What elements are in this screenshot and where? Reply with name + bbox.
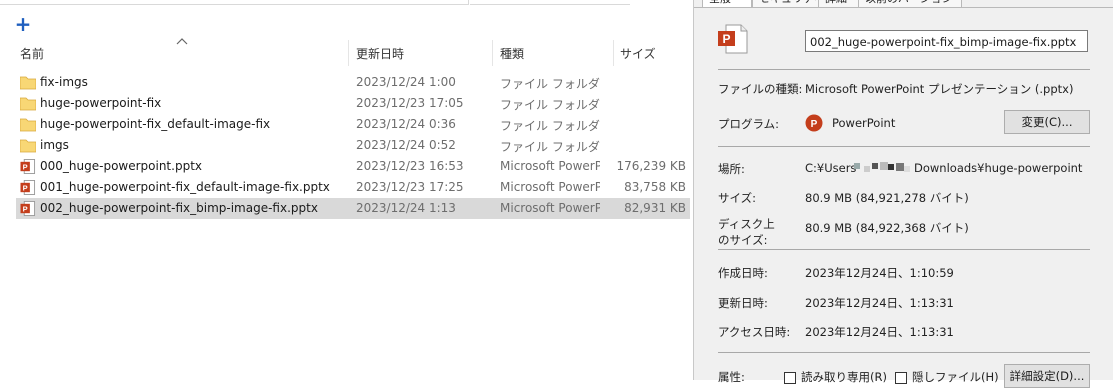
file-list-item[interactable]: huge-powerpoint-fix 2023/12/23 17:05 ファイ… [16, 93, 690, 114]
readonly-label: 読み取り専用(R) [801, 370, 887, 384]
folder-icon [20, 118, 36, 132]
created-label: 作成日時: [718, 266, 768, 280]
file-list-item[interactable]: P 001_huge-powerpoint-fix_default-image-… [16, 177, 690, 198]
file-name: fix-imgs [40, 75, 88, 89]
new-button[interactable]: + [14, 14, 32, 34]
svg-text:P: P [811, 119, 818, 130]
column-divider[interactable] [348, 40, 349, 66]
file-type: Microsoft PowerP... [500, 201, 600, 215]
divider [718, 69, 1090, 70]
file-date: 2023/12/24 1:13 [356, 201, 456, 215]
file-name: 000_huge-powerpoint.pptx [40, 159, 202, 173]
accessed-label: アクセス日時: [718, 325, 791, 339]
location-prefix: C:¥Users [805, 161, 857, 175]
file-type: Microsoft PowerP... [500, 180, 600, 194]
sort-ascending-icon [176, 38, 188, 45]
tab-bar: 全般 セキュリティ 詳細 以前のバージョン [694, 0, 1113, 8]
program-value: PowerPoint [832, 116, 896, 130]
file-size: 82,931 KB [624, 201, 686, 215]
column-header-name[interactable]: 名前 [20, 45, 44, 62]
disk-size-label-line2: のサイズ: [718, 233, 768, 247]
size-label: サイズ: [718, 191, 757, 205]
file-type: ファイル フォルダー [500, 77, 600, 91]
file-size: 176,239 KB [616, 159, 686, 173]
toolbar-strip [0, 0, 693, 6]
svg-text:P: P [722, 32, 730, 46]
file-name: 001_huge-powerpoint-fix_default-image-fi… [40, 180, 330, 194]
disk-size-label-line1: ディスク上 [718, 217, 775, 231]
properties-dialog: 全般 セキュリティ 詳細 以前のバージョン P 002_huge-powerpo… [693, 0, 1113, 388]
file-date: 2023/12/23 16:53 [356, 159, 464, 173]
program-label: プログラム: [718, 117, 780, 131]
powerpoint-app-icon: P [805, 114, 823, 132]
accessed-value: 2023年12月24日、1:13:31 [805, 325, 954, 339]
divider [718, 146, 1090, 147]
column-header-date[interactable]: 更新日時 [356, 45, 404, 62]
file-type-label: ファイルの種類: [718, 82, 803, 96]
file-name: huge-powerpoint-fix_default-image-fix [40, 117, 271, 131]
location-suffix: Downloads¥huge-powerpoint [914, 161, 1083, 175]
hidden-label: 隠しファイル(H) [912, 370, 999, 384]
column-divider[interactable] [492, 40, 493, 66]
file-name: huge-powerpoint-fix [40, 96, 162, 110]
file-name: imgs [40, 138, 69, 152]
hidden-checkbox[interactable] [895, 372, 907, 384]
file-type: ファイル フォルダー [500, 98, 600, 112]
readonly-checkbox[interactable] [784, 372, 796, 384]
folder-icon [20, 76, 36, 90]
file-list-item[interactable]: huge-powerpoint-fix_default-image-fix 20… [16, 114, 690, 135]
svg-text:P: P [23, 183, 28, 192]
file-type: ファイル フォルダー [500, 119, 600, 133]
file-list-item-selected[interactable]: P 002_huge-powerpoint-fix_bimp-image-fix… [16, 198, 690, 219]
file-list-item[interactable]: P 000_huge-powerpoint.pptx 2023/12/23 16… [16, 156, 690, 177]
folder-icon [20, 97, 36, 111]
modified-value: 2023年12月24日、1:13:31 [805, 296, 954, 310]
pptx-file-icon: P [20, 201, 36, 216]
file-date: 2023/12/23 17:05 [356, 96, 464, 110]
folder-icon [20, 139, 36, 153]
svg-text:P: P [23, 204, 28, 213]
file-type-value: Microsoft PowerPoint プレゼンテーション (.pptx) [805, 82, 1074, 96]
file-type: Microsoft PowerP... [500, 159, 600, 173]
column-header-size[interactable]: サイズ [620, 45, 656, 62]
location-label: 場所: [718, 162, 745, 176]
divider [718, 249, 1090, 250]
filename-input[interactable]: 002_huge-powerpoint-fix_bimp-image-fix.p… [805, 30, 1088, 52]
file-date: 2023/12/24 0:52 [356, 138, 456, 152]
file-explorer: + 名前 更新日時 種類 サイズ fix-imgs 2023/12/24 1:0… [0, 0, 693, 380]
file-date: 2023/12/24 1:00 [356, 75, 456, 89]
advanced-button[interactable]: 詳細設定(D)... [1004, 364, 1090, 388]
file-date: 2023/12/24 0:36 [356, 117, 456, 131]
disk-size-value: 80.9 MB (84,922,368 バイト) [805, 221, 969, 235]
file-type: ファイル フォルダー [500, 140, 600, 154]
change-program-button[interactable]: 変更(C)... [1004, 110, 1090, 134]
file-list-item[interactable]: imgs 2023/12/24 0:52 ファイル フォルダー [16, 135, 690, 156]
column-divider[interactable] [613, 40, 614, 66]
redacted-username [854, 162, 910, 172]
created-value: 2023年12月24日、1:10:59 [805, 266, 954, 280]
pptx-file-icon: P [20, 159, 36, 174]
svg-text:P: P [23, 162, 28, 171]
attributes-label: 属性: [718, 370, 745, 384]
modified-label: 更新日時: [718, 296, 768, 310]
divider [718, 352, 1090, 353]
file-list-item[interactable]: fix-imgs 2023/12/24 1:00 ファイル フォルダー [16, 72, 690, 93]
pptx-file-large-icon: P [718, 24, 748, 54]
file-name: 002_huge-powerpoint-fix_bimp-image-fix.p… [40, 201, 318, 215]
file-date: 2023/12/23 17:25 [356, 180, 464, 194]
column-header-type[interactable]: 種類 [500, 45, 524, 62]
pptx-file-icon: P [20, 180, 36, 195]
size-value: 80.9 MB (84,921,278 バイト) [805, 191, 969, 205]
file-size: 83,758 KB [624, 180, 686, 194]
